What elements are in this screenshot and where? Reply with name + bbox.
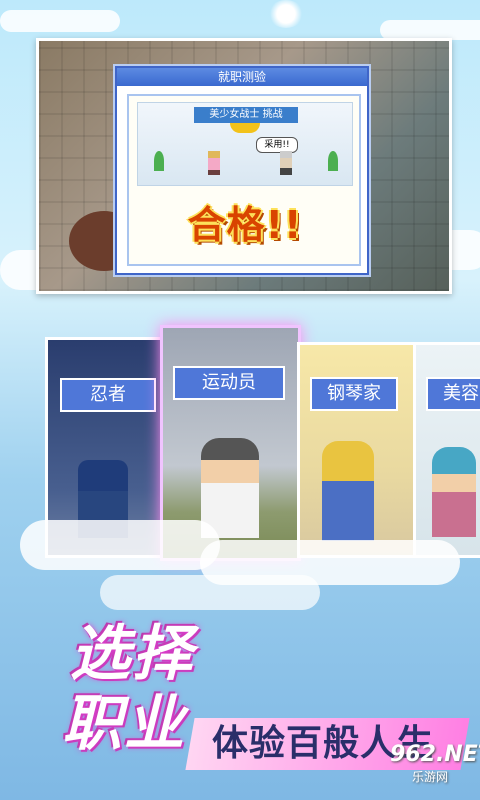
sun [268, 0, 304, 28]
dialog-title: 就职测验 [117, 68, 367, 86]
watermark-number: 962.NET [390, 742, 480, 767]
card-label: 美容 [426, 377, 480, 411]
cloud [380, 20, 480, 40]
plant-icon [328, 151, 338, 171]
job-card-beautician[interactable]: 美容 [413, 342, 480, 558]
dialog-content: 美少女战士 挑战 采用!! 合格!! [127, 94, 361, 266]
watermark-sub: 乐游网 [412, 770, 449, 784]
cloud [20, 520, 220, 570]
cloud [100, 575, 320, 610]
challenge-banner: 美少女战士 挑战 [194, 107, 298, 123]
card-label: 钢琴家 [310, 377, 398, 411]
watermark-logo: 962.NET 乐游网 [390, 742, 480, 786]
headline-line1: 选择 [70, 619, 194, 689]
pianist-sprite [322, 441, 374, 541]
job-card-pianist[interactable]: 钢琴家 [297, 342, 421, 558]
cloud [0, 10, 120, 32]
card-label: 运动员 [173, 366, 285, 400]
plant-icon [154, 151, 164, 171]
interview-room: 美少女战士 挑战 采用!! [137, 102, 353, 186]
interviewer-sprite [280, 151, 292, 175]
job-test-dialog: 就职测验 美少女战士 挑战 采用!! 合格!! [115, 66, 369, 275]
headline-line2: 职业 [62, 689, 186, 759]
banana-icon [230, 123, 260, 133]
result-text: 合格!! [187, 203, 303, 247]
card-label: 忍者 [60, 378, 156, 412]
athlete-sprite [201, 438, 259, 538]
beautician-sprite [432, 447, 476, 537]
candidate-sprite [208, 151, 220, 175]
